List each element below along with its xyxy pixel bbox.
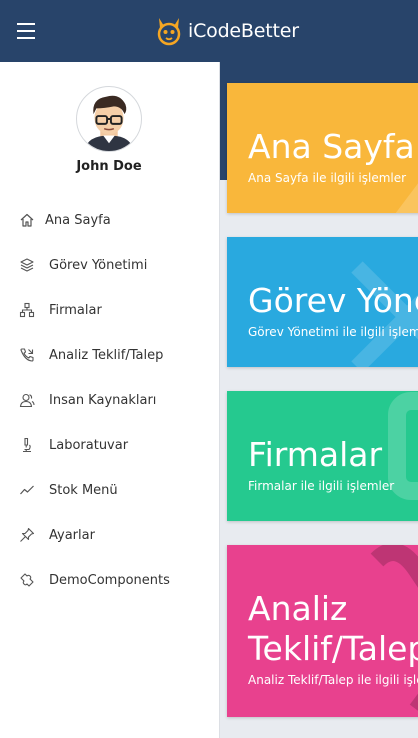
card-subtitle: Ana Sayfa ile ilgili işlemler	[248, 171, 407, 185]
sidebar-item-firmalar[interactable]: Firmalar	[0, 290, 218, 330]
sidebar-item-gorev-yonetimi[interactable]: Görev Yönetimi	[0, 245, 218, 285]
sidebar-item-ayarlar[interactable]: Ayarlar	[0, 515, 218, 555]
sidebar-item-label: Ana Sayfa	[45, 212, 111, 228]
card-subtitle: Görev Yönetimi ile ilgili işlemler	[248, 325, 418, 339]
card-title: Ana Sayfa	[248, 127, 415, 166]
card-title-line-2: Teklif/Talep	[248, 629, 418, 668]
card-gorev-yonetimi[interactable]: Görev Yönetimi Görev Yönetimi ile ilgili…	[227, 237, 418, 367]
sidebar-item-label: DemoComponents	[49, 572, 170, 588]
card-title-line-1: Analiz	[248, 589, 348, 628]
sidebar-item-label: Analiz Teklif/Talep	[49, 347, 164, 363]
microscope-icon	[23, 437, 31, 453]
home-icon	[20, 213, 34, 227]
sidebar: John Doe Ana Sayfa Görev Yönetimi Firmal…	[0, 62, 220, 738]
sidebar-item-demo-components[interactable]: DemoComponents	[0, 560, 218, 600]
sidebar-item-analiz-teklif-talep[interactable]: Analiz Teklif/Talep	[0, 335, 218, 375]
layers-icon	[20, 258, 34, 272]
sitemap-icon	[19, 302, 35, 318]
sidebar-item-label: Insan Kaynakları	[49, 392, 157, 408]
cartoon-avatar-icon	[84, 95, 134, 151]
card-title: Firmalar	[248, 435, 383, 474]
phone-call-icon	[20, 348, 34, 362]
sidebar-item-insan-kaynaklari[interactable]: Insan Kaynakları	[0, 380, 218, 420]
avatar[interactable]	[76, 86, 142, 152]
brand-name: iCodeBetter	[188, 20, 299, 42]
main-content: Ana Sayfa Ana Sayfa ile ilgili işlemler …	[220, 62, 418, 738]
hamburger-icon[interactable]	[17, 23, 35, 39]
trend-line-icon	[20, 485, 34, 495]
sidebar-item-stok-menu[interactable]: Stok Menü	[0, 470, 218, 510]
card-subtitle: Analiz Teklif/Talep ile ilgili işlemler	[248, 673, 418, 687]
top-bar: iCodeBetter	[0, 0, 418, 62]
card-firmalar[interactable]: Firmalar Firmalar ile ilgili işlemler	[227, 391, 418, 521]
fox-logo-icon	[157, 18, 181, 46]
sidebar-item-label: Laboratuvar	[49, 437, 129, 453]
puzzle-icon	[20, 573, 34, 587]
card-title: Görev Yönetimi	[248, 281, 418, 320]
users-icon	[19, 393, 35, 408]
sidebar-item-label: Ayarlar	[49, 527, 95, 543]
brand[interactable]: iCodeBetter	[155, 14, 299, 48]
sidebar-item-ana-sayfa[interactable]: Ana Sayfa	[0, 200, 218, 240]
card-analiz-teklif-talep[interactable]: Analiz Teklif/Talep Analiz Teklif/Talep …	[227, 545, 418, 717]
card-subtitle: Firmalar ile ilgili işlemler	[248, 479, 395, 493]
sidebar-item-label: Görev Yönetimi	[49, 257, 148, 273]
sidebar-item-label: Firmalar	[49, 302, 102, 318]
user-name: John Doe	[76, 159, 142, 174]
sidebar-item-laboratuvar[interactable]: Laboratuvar	[0, 425, 218, 465]
pushpin-icon	[20, 527, 35, 542]
card-ana-sayfa[interactable]: Ana Sayfa Ana Sayfa ile ilgili işlemler	[227, 83, 418, 213]
sidebar-item-label: Stok Menü	[49, 482, 118, 498]
